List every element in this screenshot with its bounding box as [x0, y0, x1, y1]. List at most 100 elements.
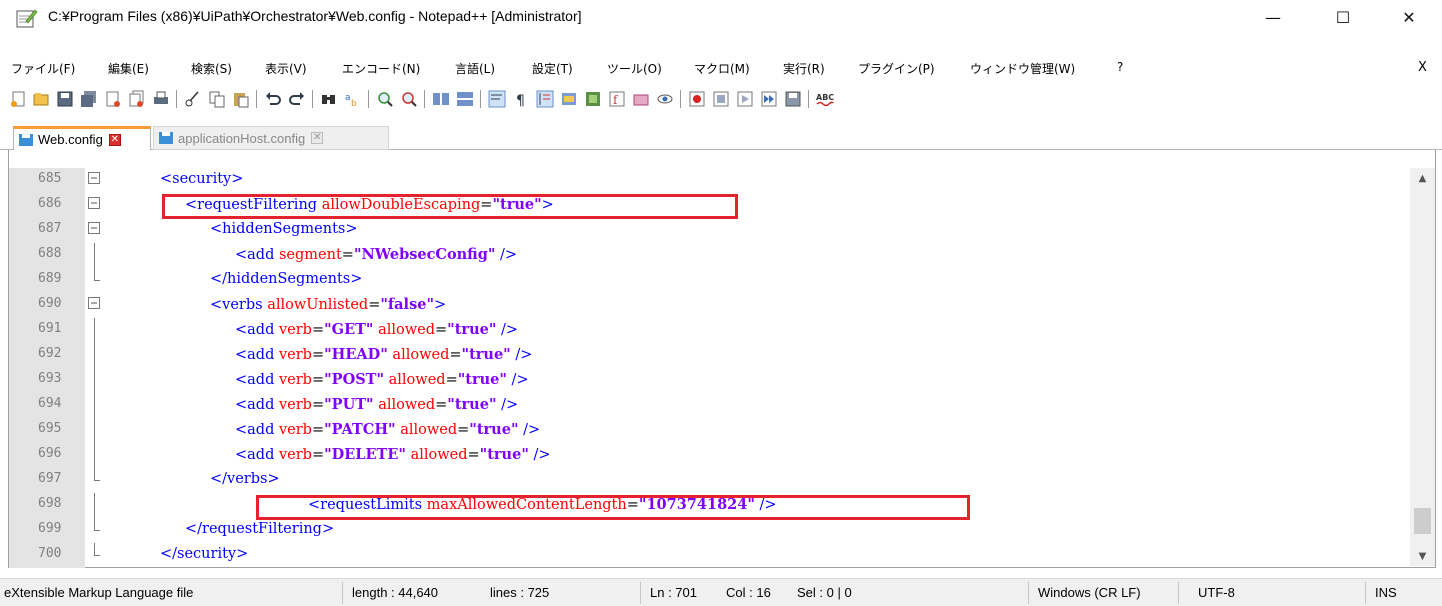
fold-collapse-icon[interactable]: [88, 172, 100, 184]
code-line[interactable]: 693 <add verb="POST" allowed="true" />: [38, 368, 1420, 393]
svg-text:ABC: ABC: [816, 93, 834, 102]
code-line[interactable]: 699 </requestFiltering>: [38, 518, 1420, 543]
line-number: 690: [38, 296, 62, 311]
tab-label: applicationHost.config: [178, 130, 306, 146]
minimize-button[interactable]: —: [1250, 0, 1296, 34]
highlight-box-request-limits: [256, 495, 970, 520]
close-tab-icon[interactable]: ✕: [108, 133, 121, 146]
token-attr: allowUnlisted: [267, 297, 369, 313]
toolbar-separator: [176, 90, 177, 108]
token-eq: =: [445, 372, 458, 388]
tab-applicationhost-config[interactable]: applicationHost.config ✕: [153, 126, 389, 150]
close-file-icon[interactable]: [104, 90, 122, 108]
fold-guide: [94, 393, 95, 418]
save-icon[interactable]: [56, 90, 74, 108]
menu-plugins[interactable]: プラグイン(P): [858, 60, 935, 77]
macro-save-icon[interactable]: [784, 90, 802, 108]
close-all-icon[interactable]: [128, 90, 146, 108]
save-all-icon[interactable]: [80, 90, 98, 108]
token-val: "true": [447, 321, 497, 338]
menu-edit[interactable]: 編集(E): [108, 60, 149, 77]
code-line[interactable]: 690 <verbs allowUnlisted="false">: [38, 293, 1420, 318]
define-language-icon[interactable]: [560, 90, 578, 108]
menu-close-document-button[interactable]: X: [1418, 60, 1427, 75]
open-file-icon[interactable]: [32, 90, 50, 108]
close-button[interactable]: ✕: [1386, 0, 1432, 34]
menu-window[interactable]: ウィンドウ管理(W): [970, 60, 1075, 77]
macro-run-multiple-icon[interactable]: [760, 90, 778, 108]
spell-check-icon[interactable]: ABC: [816, 90, 834, 108]
fold-collapse-icon[interactable]: [88, 297, 100, 309]
print-icon[interactable]: [152, 90, 170, 108]
close-tab-icon[interactable]: ✕: [311, 132, 324, 144]
function-list-icon[interactable]: f: [608, 90, 626, 108]
macro-record-icon[interactable]: [688, 90, 706, 108]
token-tag: >: [434, 297, 447, 313]
code-line[interactable]: 689 </hiddenSegments>: [38, 268, 1420, 293]
menu-settings[interactable]: 設定(T): [532, 60, 573, 77]
line-number: 697: [38, 471, 62, 486]
token-val: "PATCH": [324, 421, 396, 438]
zoom-out-icon[interactable]: [400, 90, 418, 108]
token-val: "true": [457, 371, 507, 388]
macro-stop-icon[interactable]: [712, 90, 730, 108]
menu-tools[interactable]: ツール(O): [607, 60, 662, 77]
code-line[interactable]: 700 </security>: [38, 543, 1420, 568]
paste-icon[interactable]: [232, 90, 250, 108]
code-line[interactable]: 696 <add verb="DELETE" allowed="true" />: [38, 443, 1420, 468]
show-all-chars-icon[interactable]: ¶: [512, 90, 530, 108]
menu-macro[interactable]: マクロ(M): [694, 60, 750, 77]
menu-file[interactable]: ファイル(F): [11, 60, 75, 77]
fold-collapse-icon[interactable]: [88, 197, 100, 209]
token-attr: segment: [278, 247, 342, 263]
code-line[interactable]: 692 <add verb="HEAD" allowed="true" />: [38, 343, 1420, 368]
zoom-in-icon[interactable]: [376, 90, 394, 108]
status-insert-mode: INS: [1375, 585, 1397, 600]
sync-horizontal-icon[interactable]: [456, 90, 474, 108]
indent-guide-icon[interactable]: [536, 90, 554, 108]
maximize-button[interactable]: ☐: [1320, 0, 1366, 34]
code-line[interactable]: 694 <add verb="PUT" allowed="true" />: [38, 393, 1420, 418]
token-val: "true": [469, 421, 519, 438]
token-attr: verb: [278, 447, 312, 463]
code-line[interactable]: 695 <add verb="PATCH" allowed="true" />: [38, 418, 1420, 443]
scroll-up-arrow-icon[interactable]: ▲: [1410, 170, 1435, 186]
menu-encoding[interactable]: エンコード(N): [342, 60, 420, 77]
tab-web-config[interactable]: Web.config ✕: [13, 126, 151, 150]
vertical-scrollbar[interactable]: ▲ ▼: [1410, 168, 1435, 566]
find-icon[interactable]: [320, 90, 338, 108]
code-line[interactable]: 697 </verbs>: [38, 468, 1420, 493]
replace-icon[interactable]: ab: [344, 90, 362, 108]
status-divider: [1365, 582, 1366, 604]
word-wrap-icon[interactable]: [488, 90, 506, 108]
folder-workspace-icon[interactable]: [632, 90, 650, 108]
sync-vertical-icon[interactable]: [432, 90, 450, 108]
menu-view[interactable]: 表示(V): [265, 60, 307, 77]
code-line[interactable]: 691 <add verb="GET" allowed="true" />: [38, 318, 1420, 343]
menu-help[interactable]: ?: [1117, 60, 1123, 74]
cut-icon[interactable]: [184, 90, 202, 108]
code-line[interactable]: 687 <hiddenSegments>: [38, 218, 1420, 243]
scrollbar-thumb[interactable]: [1414, 508, 1431, 534]
copy-icon[interactable]: [208, 90, 226, 108]
code-line[interactable]: 685 <security>: [38, 168, 1420, 193]
token-attr: verb: [278, 397, 312, 413]
svg-text:a: a: [345, 93, 351, 103]
scroll-down-arrow-icon[interactable]: ▼: [1410, 548, 1435, 564]
code-text: </hiddenSegments>: [210, 271, 362, 287]
redo-icon[interactable]: [288, 90, 306, 108]
new-file-icon[interactable]: [10, 90, 28, 108]
code-line[interactable]: 688 <add segment="NWebsecConfig" />: [38, 243, 1420, 268]
menu-search[interactable]: 検索(S): [191, 60, 232, 77]
macro-play-icon[interactable]: [736, 90, 754, 108]
doc-map-icon[interactable]: [584, 90, 602, 108]
menu-run[interactable]: 実行(R): [783, 60, 825, 77]
fold-collapse-icon[interactable]: [88, 222, 100, 234]
line-number: 688: [38, 246, 62, 261]
token-tag: <add: [235, 372, 279, 388]
line-number: 696: [38, 446, 62, 461]
menu-language[interactable]: 言語(L): [455, 60, 495, 77]
monitoring-icon[interactable]: [656, 90, 674, 108]
toolbar-separator: [480, 90, 481, 108]
undo-icon[interactable]: [264, 90, 282, 108]
